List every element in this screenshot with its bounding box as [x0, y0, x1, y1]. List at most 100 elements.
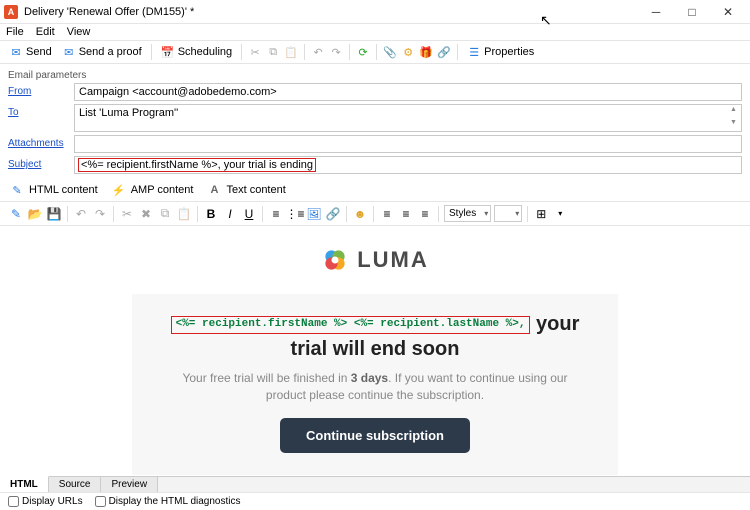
menu-file[interactable]: File	[6, 26, 24, 38]
bottom-tab-source[interactable]: Source	[49, 477, 102, 492]
properties-button[interactable]: ☰ Properties	[464, 44, 537, 60]
brand-name: LUMA	[357, 247, 429, 273]
maximize-button[interactable]: □	[674, 0, 710, 24]
properties-icon: ☰	[467, 45, 481, 59]
table-icon[interactable]: ⊞	[533, 206, 549, 222]
styles-dropdown[interactable]: Styles	[444, 205, 491, 222]
save-icon[interactable]: 💾	[46, 206, 62, 222]
send-proof-button[interactable]: ✉ Send a proof	[59, 44, 145, 60]
separator	[349, 44, 350, 60]
separator	[346, 206, 347, 222]
send-button[interactable]: ✉ Send	[6, 44, 55, 60]
subject-value-highlight: <%= recipient.firstName %>, your trial i…	[78, 158, 316, 172]
to-input[interactable]: List 'Luma Program'' ▲ ▼	[74, 104, 742, 132]
separator	[197, 206, 198, 222]
separator	[262, 206, 263, 222]
tab-amp-label: AMP content	[131, 184, 194, 196]
link-icon[interactable]: 🔗	[437, 45, 451, 59]
from-label[interactable]: From	[8, 83, 74, 97]
separator	[113, 206, 114, 222]
link2-icon[interactable]: 🔗	[325, 206, 341, 222]
window-title: Delivery 'Renewal Offer (DM155)' *	[24, 6, 638, 18]
headline: <%= recipient.firstName %> <%= recipient…	[162, 312, 588, 362]
from-input[interactable]: Campaign <account@adobedemo.com>	[74, 83, 742, 101]
display-diag-checkbox[interactable]	[95, 496, 106, 507]
personalization-token: <%= recipient.firstName %> <%= recipient…	[171, 316, 531, 334]
emoji-icon[interactable]: ☻	[352, 206, 368, 222]
tab-html-content[interactable]: ✎ HTML content	[10, 183, 98, 197]
display-diag-label: Display the HTML diagnostics	[109, 496, 241, 507]
align-left-icon[interactable]: ≡	[379, 206, 395, 222]
scheduling-label: Scheduling	[178, 46, 232, 58]
image-icon[interactable]: 🖼	[306, 206, 322, 222]
menu-edit[interactable]: Edit	[36, 26, 55, 38]
to-label[interactable]: To	[8, 104, 74, 118]
tab-amp-content[interactable]: ⚡ AMP content	[112, 183, 194, 197]
redo-icon[interactable]: ↷	[329, 45, 343, 59]
attachments-label[interactable]: Attachments	[8, 135, 74, 149]
close-button[interactable]: ✕	[710, 0, 746, 24]
list-ordered-icon[interactable]: ≡	[268, 206, 284, 222]
open-icon[interactable]: 📂	[27, 206, 43, 222]
scroll-up-icon[interactable]: ▲	[727, 106, 740, 117]
undo2-icon[interactable]: ↶	[73, 206, 89, 222]
more-dropdown[interactable]	[494, 205, 522, 222]
send-label: Send	[26, 46, 52, 58]
delete-icon[interactable]: ✖	[138, 206, 154, 222]
display-diag-check[interactable]: Display the HTML diagnostics	[95, 496, 241, 507]
minimize-button[interactable]: ─	[638, 0, 674, 24]
copy-icon[interactable]: ⧉	[266, 45, 280, 59]
brand-logo: LUMA	[0, 246, 750, 274]
redo2-icon[interactable]: ↷	[92, 206, 108, 222]
separator	[151, 44, 152, 60]
chevron-down-icon[interactable]: ▾	[552, 206, 568, 222]
cut2-icon[interactable]: ✂	[119, 206, 135, 222]
italic-icon[interactable]: I	[222, 206, 238, 222]
send-proof-label: Send a proof	[79, 46, 142, 58]
separator	[373, 206, 374, 222]
to-value: List 'Luma Program''	[79, 107, 178, 119]
subject-label[interactable]: Subject	[8, 156, 74, 170]
new-icon[interactable]: ✎	[8, 206, 24, 222]
attach-icon[interactable]: 📎	[383, 45, 397, 59]
display-urls-checkbox[interactable]	[8, 496, 19, 507]
html-icon: ✎	[10, 183, 24, 197]
scheduling-button[interactable]: 📅 Scheduling	[158, 44, 235, 60]
star-icon[interactable]: ⚙	[401, 45, 415, 59]
gift-icon[interactable]: 🎁	[419, 45, 433, 59]
amp-icon: ⚡	[112, 183, 126, 197]
attachments-input[interactable]	[74, 135, 742, 153]
display-urls-check[interactable]: Display URLs	[8, 496, 83, 507]
paste2-icon[interactable]: 📋	[176, 206, 192, 222]
display-urls-label: Display URLs	[22, 496, 83, 507]
separator	[527, 206, 528, 222]
bold-icon[interactable]: B	[203, 206, 219, 222]
sub-bold: 3 days	[351, 371, 388, 385]
properties-label: Properties	[484, 46, 534, 58]
align-right-icon[interactable]: ≡	[417, 206, 433, 222]
logo-mark-icon	[321, 246, 349, 274]
separator	[457, 44, 458, 60]
cta-button[interactable]: Continue subscription	[280, 418, 470, 453]
text-icon: A	[207, 183, 221, 197]
subject-input[interactable]: <%= recipient.firstName %>, your trial i…	[74, 156, 742, 174]
separator	[67, 206, 68, 222]
calendar-icon: 📅	[161, 45, 175, 59]
cut-icon[interactable]: ✂	[248, 45, 262, 59]
underline-icon[interactable]: U	[241, 206, 257, 222]
bottom-tab-html[interactable]: HTML	[0, 476, 49, 492]
scroll-down-icon[interactable]: ▼	[727, 119, 740, 130]
undo-icon[interactable]: ↶	[311, 45, 325, 59]
align-center-icon[interactable]: ≡	[398, 206, 414, 222]
copy2-icon[interactable]: ⧉	[157, 206, 173, 222]
app-icon: A	[4, 5, 18, 19]
separator	[304, 44, 305, 60]
email-canvas[interactable]: LUMA <%= recipient.firstName %> <%= reci…	[0, 226, 750, 476]
tab-text-content[interactable]: A Text content	[207, 183, 285, 197]
refresh-icon[interactable]: ⟳	[356, 45, 370, 59]
list-bullet-icon[interactable]: ⋮≡	[287, 206, 303, 222]
bottom-tab-preview[interactable]: Preview	[101, 477, 158, 492]
paste-icon[interactable]: 📋	[284, 45, 298, 59]
menu-view[interactable]: View	[67, 26, 91, 38]
sub-before: Your free trial will be finished in	[182, 371, 350, 385]
